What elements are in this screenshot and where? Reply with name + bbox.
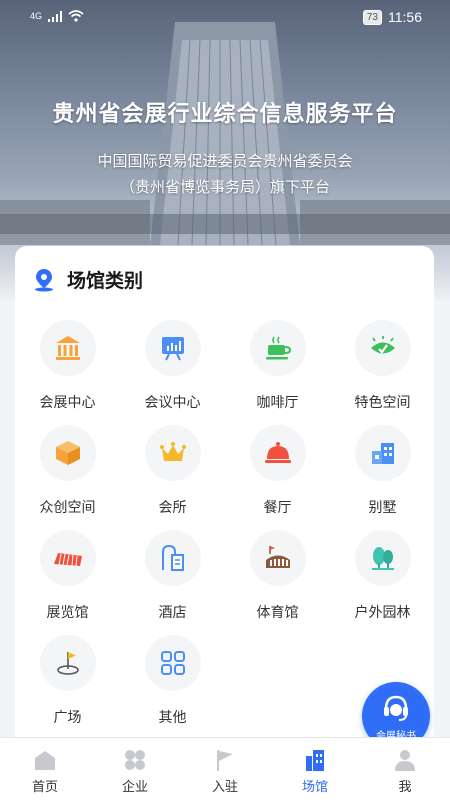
category-label: 餐厅 (263, 499, 292, 515)
exhibition-hall-icon (53, 553, 82, 567)
category-icon-wrap (144, 530, 201, 586)
category-label: 其他 (158, 709, 187, 725)
category-icon-wrap (39, 530, 96, 586)
wifi-icon (68, 10, 84, 22)
category-hotel[interactable]: 酒店 (120, 530, 225, 622)
nav-label: 我 (398, 779, 412, 794)
category-label: 酒店 (158, 604, 187, 620)
category-label: 会议中心 (144, 394, 201, 410)
grid-icon (160, 651, 185, 675)
category-icon-wrap (144, 320, 201, 376)
enterprise-icon (125, 750, 145, 770)
crown-icon (159, 442, 186, 461)
exhibition-center-icon (55, 336, 80, 360)
nav-label: 企业 (121, 779, 148, 794)
stadium-icon (265, 546, 290, 568)
category-icon-wrap (39, 425, 96, 481)
coffee-cup-icon (265, 336, 291, 360)
category-icon-wrap (249, 320, 306, 376)
category-icon-wrap (249, 530, 306, 586)
signal-bars-icon (48, 10, 63, 22)
nav-label: 入驻 (211, 779, 238, 794)
category-icon-wrap (39, 635, 96, 691)
nav-label: 场馆 (301, 779, 328, 794)
tree-icon (371, 547, 394, 570)
venue-category-card: 场馆类别 会展中心 会议中心 咖啡厅 特色空间 众创空间 会所 餐厅 别墅 展览… (15, 246, 434, 746)
category-icon-wrap (249, 425, 306, 481)
headset-icon (384, 695, 408, 721)
nav-enterprise[interactable]: 企业 (90, 738, 180, 800)
category-other[interactable]: 其他 (120, 635, 225, 727)
villa-icon (371, 443, 394, 464)
platform-subtitle-line1: 中国国际贸易促进委员会贵州省委员会 (97, 153, 353, 170)
category-label: 特色空间 (354, 394, 411, 410)
category-label: 户外园林 (354, 604, 411, 620)
flag-entry-icon (217, 750, 233, 771)
user-icon (395, 750, 415, 771)
category-special-space[interactable]: 特色空间 (330, 320, 435, 412)
cube-icon (55, 441, 80, 465)
category-label: 会展中心 (39, 394, 96, 410)
nav-venue[interactable]: 场馆 (270, 738, 360, 800)
location-pin-icon (35, 268, 53, 291)
nav-settle-in[interactable]: 入驻 (180, 738, 270, 800)
battery-indicator: 73 (362, 9, 382, 25)
category-label: 会所 (158, 499, 187, 515)
category-club[interactable]: 会所 (120, 425, 225, 517)
category-cafe[interactable]: 咖啡厅 (225, 320, 330, 412)
signal-indicator: 4G (30, 11, 43, 21)
bottom-nav: 首页 企业 入驻 场馆 我 (0, 737, 450, 800)
home-icon (35, 751, 55, 770)
section-header: 场馆类别 (33, 266, 143, 293)
food-cloche-icon (264, 442, 291, 463)
platform-title: 贵州省会展行业综合信息服务平台 (52, 101, 398, 126)
category-stadium[interactable]: 体育馆 (225, 530, 330, 622)
category-maker-space[interactable]: 众创空间 (15, 425, 120, 517)
eye-icon (370, 336, 395, 354)
section-title: 场馆类别 (67, 271, 144, 292)
category-label: 别墅 (368, 499, 397, 515)
nav-label: 首页 (31, 779, 58, 794)
category-outdoor-garden[interactable]: 户外园林 (330, 530, 435, 622)
category-label: 展览馆 (46, 604, 89, 620)
category-square[interactable]: 广场 (15, 635, 120, 727)
category-label: 体育馆 (256, 604, 299, 620)
flag-icon (56, 652, 79, 675)
meeting-board-icon (161, 337, 184, 361)
category-restaurant[interactable]: 餐厅 (225, 425, 330, 517)
nav-home[interactable]: 首页 (0, 738, 90, 800)
status-time: 11:56 (388, 9, 422, 25)
category-label: 咖啡厅 (256, 394, 299, 410)
status-bar: 4G 73 11:56 (0, 0, 450, 34)
category-label: 广场 (53, 709, 82, 725)
category-icon-wrap (354, 530, 411, 586)
category-icon-wrap (144, 635, 201, 691)
hotel-icon (161, 544, 184, 571)
platform-subtitle-line2: （贵州省博览事务局）旗下平台 (119, 179, 330, 196)
category-exhibition-hall[interactable]: 展览馆 (15, 530, 120, 622)
category-icon-wrap (354, 320, 411, 376)
category-icon-wrap (354, 425, 411, 481)
category-icon-wrap (39, 320, 96, 376)
nav-me[interactable]: 我 (360, 738, 450, 800)
category-meeting-center[interactable]: 会议中心 (120, 320, 225, 412)
category-villa[interactable]: 别墅 (330, 425, 435, 517)
category-label: 众创空间 (39, 499, 96, 515)
category-icon-wrap (144, 425, 201, 481)
venue-building-icon (306, 750, 324, 771)
category-exhibition-center[interactable]: 会展中心 (15, 320, 120, 412)
